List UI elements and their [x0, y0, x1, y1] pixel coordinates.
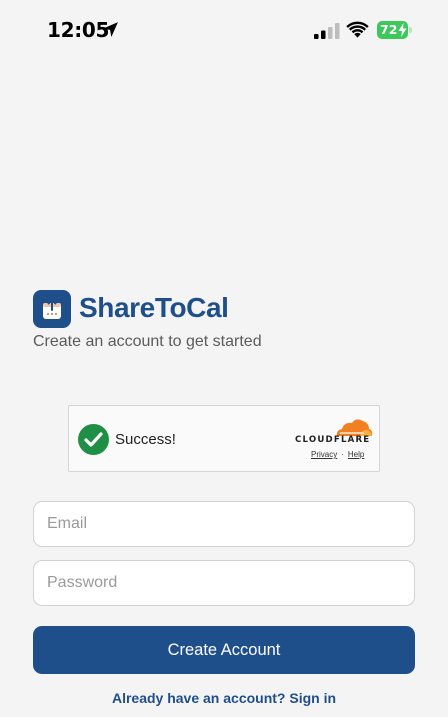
battery-indicator: 72: [377, 21, 408, 39]
link-separator: ·: [341, 450, 344, 459]
captcha-widget: Success! CLOUDFLARE Privacy · Help: [68, 405, 380, 472]
charging-bolt-icon: [398, 23, 407, 37]
wifi-icon: [346, 21, 369, 38]
captcha-links: Privacy · Help: [311, 450, 364, 459]
privacy-link[interactable]: Privacy: [311, 450, 337, 459]
create-account-button[interactable]: Create Account: [33, 626, 415, 674]
cloudflare-wordmark: CLOUDFLARE: [295, 435, 371, 445]
location-arrow-icon: [103, 22, 118, 37]
help-link[interactable]: Help: [348, 450, 364, 459]
password-field[interactable]: [33, 560, 415, 606]
page-subtitle: Create an account to get started: [33, 333, 262, 350]
captcha-status: Success!: [115, 431, 176, 448]
cellular-signal-icon: [314, 23, 340, 39]
share-calendar-icon: [43, 298, 61, 319]
app-title: ShareToCal: [79, 292, 229, 323]
battery-cap: [409, 27, 412, 33]
status-time: 12:05: [47, 18, 110, 42]
email-field[interactable]: [33, 501, 415, 547]
app-logo: [33, 290, 71, 328]
checkmark-icon: [78, 424, 109, 455]
sign-in-link[interactable]: Already have an account? Sign in: [0, 690, 448, 706]
battery-level: 72: [380, 22, 398, 37]
status-bar: 12:05 72: [0, 0, 448, 60]
